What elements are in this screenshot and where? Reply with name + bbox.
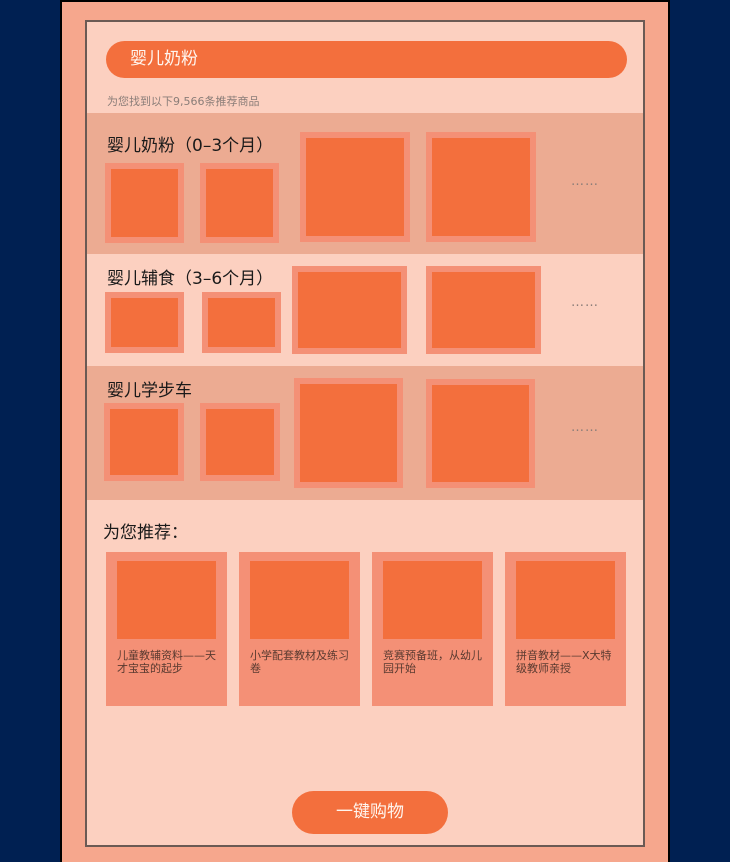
product-thumbnail[interactable] [104, 403, 184, 481]
recommend-image [516, 561, 615, 639]
recommend-card[interactable]: 拼音教材——X大特级教师亲授 [505, 552, 626, 706]
category-title[interactable]: 婴儿辅食（3–6个月） [107, 264, 273, 289]
search-query: 婴儿奶粉 [130, 49, 198, 69]
recommend-image [383, 561, 482, 639]
category-row-formula: 婴儿奶粉（0–3个月） …… [87, 113, 643, 254]
product-thumbnail[interactable] [426, 266, 541, 354]
product-thumbnail[interactable] [202, 292, 281, 353]
more-indicator[interactable]: …… [571, 174, 599, 189]
recommend-card[interactable]: 儿童教辅资料——天才宝宝的起步 [106, 552, 227, 706]
app-screen: 婴儿奶粉 为您找到以下9,566条推荐商品 婴儿奶粉（0–3个月） …… 婴儿辅… [85, 20, 645, 847]
buy-all-button[interactable]: 一键购物 [292, 791, 448, 834]
search-bar[interactable]: 婴儿奶粉 [106, 41, 627, 78]
more-indicator[interactable]: …… [571, 295, 599, 310]
recommend-text: 儿童教辅资料——天才宝宝的起步 [117, 649, 216, 675]
result-count: 为您找到以下9,566条推荐商品 [107, 95, 260, 108]
product-thumbnail[interactable] [200, 163, 279, 243]
product-thumbnail[interactable] [426, 379, 535, 488]
recommend-text: 拼音教材——X大特级教师亲授 [516, 649, 612, 675]
category-row-food: 婴儿辅食（3–6个月） …… [87, 254, 643, 366]
product-thumbnail[interactable] [300, 132, 410, 242]
phone-frame: 婴儿奶粉 为您找到以下9,566条推荐商品 婴儿奶粉（0–3个月） …… 婴儿辅… [60, 0, 670, 862]
recommend-card[interactable]: 小学配套教材及练习卷 [239, 552, 360, 706]
product-thumbnail[interactable] [200, 403, 280, 481]
product-thumbnail[interactable] [292, 266, 407, 354]
product-thumbnail[interactable] [105, 292, 184, 353]
recommend-image [117, 561, 216, 639]
recommend-text: 小学配套教材及练习卷 [250, 649, 349, 675]
category-row-walker: 婴儿学步车 …… [87, 366, 643, 500]
recommend-text: 竞赛预备班，从幼儿园开始 [383, 649, 482, 675]
category-title[interactable]: 婴儿奶粉（0–3个月） [107, 131, 273, 156]
more-indicator[interactable]: …… [571, 420, 599, 435]
category-title[interactable]: 婴儿学步车 [107, 376, 192, 401]
product-thumbnail[interactable] [105, 163, 184, 243]
product-thumbnail[interactable] [426, 132, 536, 242]
recommend-title: 为您推荐： [103, 523, 188, 543]
recommend-card[interactable]: 竞赛预备班，从幼儿园开始 [372, 552, 493, 706]
product-thumbnail[interactable] [294, 378, 403, 488]
recommend-image [250, 561, 349, 639]
